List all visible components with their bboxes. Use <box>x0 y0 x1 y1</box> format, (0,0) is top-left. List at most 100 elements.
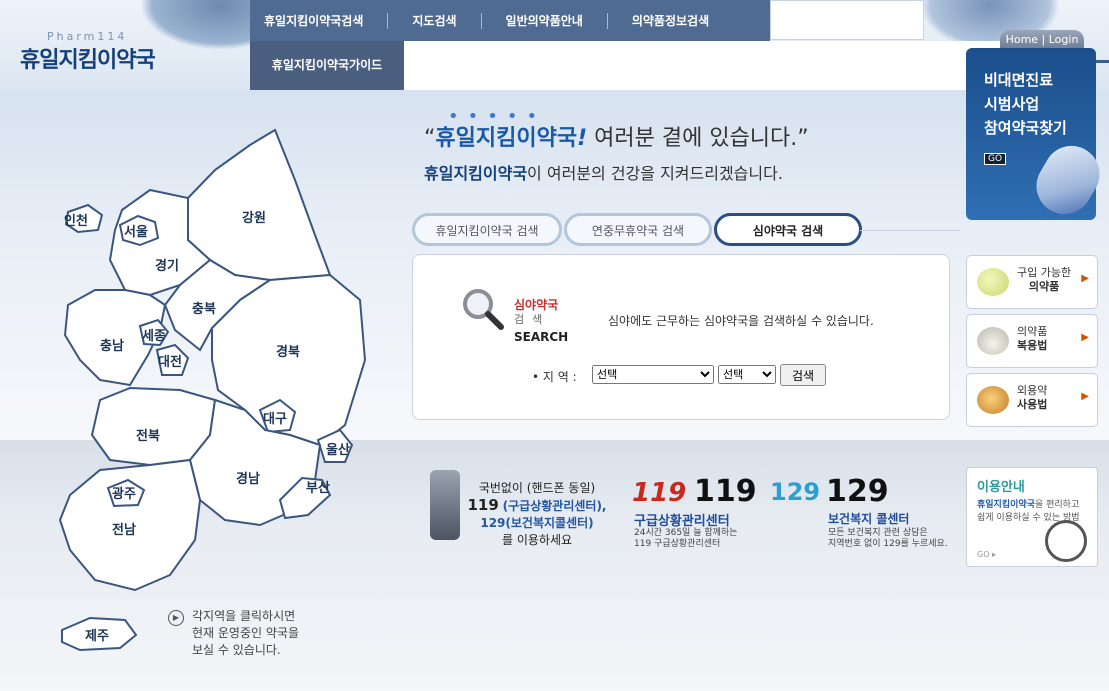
nav-otc-guide[interactable]: 일반의약품안내 <box>492 12 597 30</box>
region-label-gyeongbuk: 경북 <box>276 344 300 360</box>
banner-title: 비대면진료 시범사업 참여약국찾기 <box>984 68 1067 140</box>
region-label-incheon: 인천 <box>64 213 88 229</box>
search-english: SEARCH <box>514 330 569 344</box>
korea-map-svg: 인천 서울 경기 강원 충북 충남 세종 대전 경북 대구 울산 전북 경남 부… <box>58 128 367 652</box>
side-label-line: 의약품 <box>1017 325 1048 338</box>
region-label-gangwon: 강원 <box>242 210 266 226</box>
side-dosage-guide[interactable]: 의약품 복용법 ▶ <box>966 314 1098 368</box>
map-note: 각지역을 클릭하시면 현재 운영중인 약국을 보실 수 있습니다. <box>192 608 332 659</box>
side-label: 의약품 복용법 <box>1017 325 1047 353</box>
search-subtitle: 검색 <box>514 313 551 326</box>
area-label: • 지 역 : <box>532 370 577 384</box>
banner-line: 시범사업 <box>984 95 1040 113</box>
nav-separator <box>387 12 389 29</box>
region-gangwon[interactable] <box>187 128 332 282</box>
tab-underline <box>860 230 960 231</box>
magnifier-icon <box>463 289 504 330</box>
region-label-daejeon: 대전 <box>158 354 182 370</box>
mortar-icon <box>977 327 1009 355</box>
region-label-ulsan: 울산 <box>326 442 350 458</box>
region-label-seoul: 서울 <box>124 224 148 240</box>
region-label-gyeonggi: 경기 <box>155 258 179 274</box>
region-select[interactable]: 선택 <box>592 365 714 384</box>
region-label-chungnam: 충남 <box>100 338 124 354</box>
welfare-129-desc: 모든 보건복지 관련 상담은 지역번호 없이 129를 누르세요. <box>828 528 948 550</box>
desc-line: 119 구급상황관리센터 <box>634 539 721 549</box>
region-label-gyeongnam: 경남 <box>236 471 260 487</box>
side-label-line: 외용약 <box>1017 384 1048 397</box>
korea-map: 인천 서울 경기 강원 충북 충남 세종 대전 경북 대구 울산 전북 경남 부… <box>40 100 400 670</box>
home-login-link[interactable]: Home | Login <box>1000 30 1084 50</box>
info-119-desc: (구급상황관리센터), <box>502 499 607 513</box>
guide-title: 이용안내 <box>977 480 1025 495</box>
region-label-jeju: 제주 <box>85 629 109 644</box>
region-label-busan: 부산 <box>306 480 330 496</box>
side-label: 구입 가능한 의약품 <box>1017 266 1071 294</box>
info-line: 119 (구급상황관리센터), <box>462 497 612 515</box>
subheadline: 휴일지킴이약국이 여러분의 건강을 지켜드리겠습니다. <box>424 160 783 184</box>
nav-map-search[interactable]: 지도검색 <box>398 12 470 30</box>
pills-icon <box>977 268 1009 296</box>
guide-go-link[interactable]: GO ▸ <box>977 550 996 559</box>
headline-quote: “ <box>424 126 436 151</box>
map-note-line: 각지역을 클릭하시면 <box>192 609 296 623</box>
magnifier-icon <box>1045 520 1087 562</box>
arrow-right-icon: ▶ <box>1081 391 1089 402</box>
arrow-right-icon: ▶ <box>1081 273 1089 284</box>
side-label-line: 구입 가능한 <box>1017 266 1072 279</box>
region-label-sejong: 세종 <box>142 329 166 344</box>
usage-guide-box[interactable]: 이용안내 휴일지킴이약국을 편리하고 쉽게 이용하실 수 있는 방법 GO ▸ <box>966 467 1098 567</box>
tab-night-pharmacy[interactable]: 심야약국 검색 <box>714 213 862 246</box>
arrow-right-icon: ▶ <box>1081 332 1089 343</box>
region-label-daegu: 대구 <box>263 412 287 427</box>
map-note-line: 보실 수 있습니다. <box>192 643 281 657</box>
side-purchasable-drugs[interactable]: 구입 가능한 의약품 ▶ <box>966 255 1098 309</box>
desc-line: 지역번호 없이 129를 누르세요. <box>828 539 948 549</box>
side-label-line: 의약품 <box>1028 280 1060 293</box>
side-label: 외용약 사용법 <box>1017 384 1047 412</box>
region-label-chungbuk: 충북 <box>192 301 216 317</box>
info-129: 129(보건복지콜센터) <box>480 516 594 530</box>
nav-blank-area <box>770 0 924 40</box>
emergency-119-title: 구급상황관리센터 <box>634 514 730 529</box>
banner-line: 비대면진료 <box>984 71 1054 89</box>
nav-drug-info[interactable]: 의약품정보검색 <box>618 12 723 30</box>
search-description: 심야에도 근무하는 심야약국을 검색하실 수 있습니다. <box>608 314 874 328</box>
headline-brand: 휴일지킴이약국 <box>435 126 578 151</box>
side-external-medicine[interactable]: 외용약 사용법 ▶ <box>966 373 1098 427</box>
nav-separator <box>606 12 608 29</box>
map-note-line: 현재 운영중인 약국을 <box>192 626 299 640</box>
headline-mark: ! <box>577 126 588 151</box>
ointment-icon <box>977 386 1009 414</box>
side-label-line: 사용법 <box>1017 398 1048 411</box>
emergency-119-number: 119 <box>694 474 757 509</box>
region-label-jeonbuk: 전북 <box>136 428 160 444</box>
region-label-gwangju: 광주 <box>112 487 136 502</box>
welfare-129-number: 129 <box>826 474 889 509</box>
emergency-119-desc: 24시간 365일 늘 함께하는 119 구급상황관리센터 <box>634 528 737 550</box>
search-button[interactable]: 검색 <box>780 364 826 386</box>
region-label-jeonnam: 전남 <box>112 522 136 538</box>
welfare-129-title: 보건복지 콜센터 <box>828 512 910 526</box>
banner-line: 참여약국찾기 <box>984 119 1067 137</box>
logo[interactable]: 휴일지킴이약국 <box>20 42 156 74</box>
emergency-119-logo: 119 <box>632 478 687 508</box>
subheadline-rest: 이 여러분의 건강을 지켜드리겠습니다. <box>527 164 783 183</box>
headline: “휴일지킴이약국! 여러분 곁에 있습니다.” <box>424 120 809 152</box>
info-line: 국번없이 (핸드폰 동일) <box>478 481 596 495</box>
banner-go-button[interactable]: GO <box>984 153 1007 165</box>
info-119: 119 <box>467 496 499 514</box>
subheadline-brand: 휴일지킴이약국 <box>424 164 528 183</box>
tab-yearround-pharmacy[interactable]: 연중무휴약국 검색 <box>564 213 712 246</box>
district-select[interactable]: 선택 <box>718 365 776 384</box>
nav-holiday-search[interactable]: 휴일지킴이약국검색 <box>250 12 377 30</box>
tab-holiday-pharmacy[interactable]: 휴일지킴이약국 검색 <box>412 213 562 246</box>
headline-rest: 여러분 곁에 있습니다.” <box>594 126 809 151</box>
play-circle-icon: ▶ <box>168 610 184 626</box>
main-nav: 휴일지킴이약국검색 지도검색 일반의약품안내 의약품정보검색 <box>250 0 770 41</box>
emergency-call-info: 국번없이 (핸드폰 동일) 119 (구급상황관리센터), 129(보건복지콜센… <box>462 480 612 549</box>
side-label-line: 복용법 <box>1017 339 1048 352</box>
subnav-guide[interactable]: 휴일지킴이약국가이드 <box>250 41 404 90</box>
welfare-129-logo: 129 <box>770 478 821 506</box>
desc-line: 24시간 365일 늘 함께하는 <box>634 528 738 538</box>
